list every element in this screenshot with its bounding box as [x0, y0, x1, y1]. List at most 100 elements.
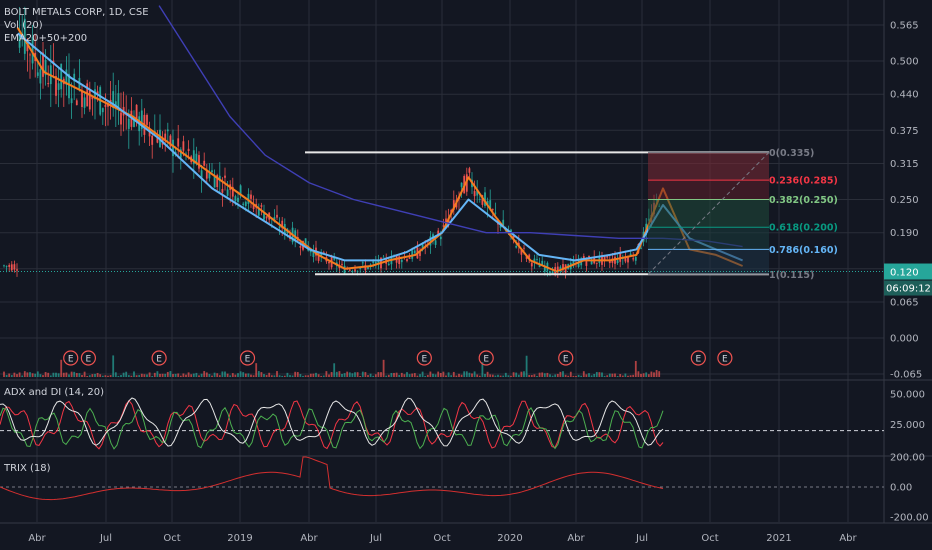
volume-bar [205, 372, 208, 377]
price-badge-value: 0.120 [890, 268, 919, 279]
volume-bar [169, 371, 172, 377]
volume-bar [276, 371, 278, 377]
volume-bar [174, 373, 177, 377]
candle-body [530, 262, 533, 267]
volume-bar [101, 375, 104, 377]
volume-bar [44, 372, 47, 377]
volume-bar [153, 372, 156, 377]
candle-body [47, 83, 50, 85]
adx-tick-label: 25.000 [890, 420, 925, 431]
fib-zone [648, 152, 769, 181]
price-tick-label: 0.250 [890, 195, 919, 206]
candle-body [460, 182, 463, 187]
volume-bar [148, 372, 151, 377]
volume-bar [445, 375, 447, 377]
volume-bar [382, 359, 385, 377]
candle-body [177, 138, 180, 147]
volume-bar [270, 375, 273, 377]
volume-bar [647, 374, 650, 377]
candle-body [13, 264, 16, 270]
volume-bar [395, 372, 398, 377]
candle-body [120, 112, 122, 125]
trix-tick-label: -200.00 [890, 513, 929, 524]
price-tick-label: 0.065 [890, 297, 919, 308]
volume-bar [286, 372, 289, 377]
volume-bar [250, 374, 252, 377]
candle-body [135, 104, 138, 119]
volume-bar [387, 374, 390, 377]
volume-bar [598, 372, 601, 377]
volume-bar [439, 373, 442, 377]
adx-legend[interactable]: ADX and DI (14, 20) [4, 386, 104, 399]
volume-bar [312, 373, 315, 377]
volume-bar [621, 375, 624, 377]
symbol-label[interactable]: BOLT METALS CORP, 1D, CSE [4, 6, 149, 19]
volume-bar [179, 375, 182, 377]
candle-body [473, 191, 476, 197]
volume-bar [497, 374, 499, 377]
candle-body [36, 72, 39, 76]
volume-bar [21, 375, 24, 377]
candle-body [224, 175, 226, 178]
price-tick-label: -0.065 [890, 370, 922, 381]
x-tick-label: Oct [433, 533, 450, 544]
volume-bar [309, 373, 312, 377]
volume-bar [127, 375, 130, 377]
volume-bar [510, 375, 512, 377]
earnings-marker-label: E [421, 355, 427, 365]
earnings-marker-label: E [156, 355, 162, 365]
fib-level-label: 0.236(0.285) [769, 176, 838, 187]
candle-body [3, 265, 5, 267]
ema-line-ema50 [17, 32, 743, 262]
volume-bar [10, 375, 13, 377]
volume-bar [460, 374, 463, 377]
volume-bar [208, 374, 211, 377]
volume-bar [302, 375, 304, 377]
volume-bar [484, 373, 486, 377]
volume-bar [86, 375, 89, 377]
candle-body [198, 155, 200, 169]
price-tick-label: 0.000 [890, 334, 919, 345]
volume-bar [585, 374, 588, 377]
earnings-marker-label: E [722, 355, 728, 365]
candle-body [104, 104, 107, 107]
trix-legend[interactable]: TRIX (18) [4, 462, 51, 475]
volume-bar [81, 375, 83, 377]
volume-bar [18, 372, 21, 377]
volume-bar [478, 375, 481, 377]
candle-body [588, 255, 590, 258]
volume-bar [140, 373, 143, 377]
volume-bar [572, 375, 575, 377]
candle-body [29, 54, 31, 56]
volume-bar [341, 373, 343, 377]
volume-legend[interactable]: Vol (20) [4, 19, 149, 32]
volume-bar [231, 373, 234, 377]
volume-bar [413, 373, 416, 377]
trix-line [0, 456, 664, 501]
volume-bar [611, 373, 614, 377]
volume-bar [614, 373, 616, 377]
candle-body [101, 108, 104, 113]
candle-body [234, 196, 237, 202]
candle-body [515, 245, 518, 248]
candle-body [237, 197, 239, 202]
volume-bar [533, 374, 536, 377]
candle-body [88, 90, 91, 110]
volume-bar [447, 372, 450, 377]
volume-bar [161, 373, 164, 377]
volume-bar [190, 374, 193, 377]
volume-bar [65, 372, 68, 377]
candle-body [182, 141, 185, 151]
chart-canvas[interactable]: Abr Jul Oct 2019 Abr Jul Oct 2020 Abr Jul Oct 2021 A… [0, 0, 932, 550]
earnings-marker-label: E [563, 355, 569, 365]
volume-bar [637, 371, 640, 377]
volume-bar [273, 375, 276, 377]
volume-bar [577, 374, 580, 377]
volume-bar [221, 371, 224, 377]
earnings-marker-label: E [86, 355, 92, 365]
volume-bar [216, 373, 219, 377]
volume-bar [554, 374, 557, 377]
volume-bar [517, 374, 520, 377]
ema-legend[interactable]: EMA20+50+200 [4, 32, 149, 45]
x-tick-label: Jul [635, 533, 648, 544]
